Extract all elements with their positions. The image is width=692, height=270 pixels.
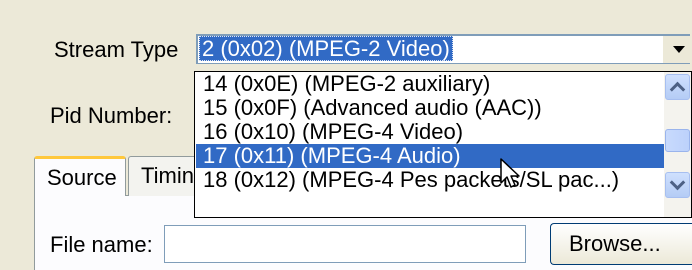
chevron-down-icon	[669, 174, 686, 191]
browse-button[interactable]: Browse...	[550, 223, 692, 265]
stream-type-dropdown-list[interactable]: 14 (0x0E) (MPEG-2 auxiliary) 15 (0x0F) (…	[194, 71, 692, 218]
file-name-input[interactable]	[164, 225, 526, 263]
dropdown-option-selected[interactable]: 17 (0x11) (MPEG-4 Audio)	[196, 144, 667, 168]
stream-type-label: Stream Type	[54, 37, 179, 62]
file-name-label: File name:	[50, 232, 153, 257]
dropdown-scrollbar[interactable]	[664, 72, 691, 217]
tab-source[interactable]: Source	[34, 156, 126, 196]
combo-dropdown-button[interactable]	[662, 36, 692, 63]
stream-type-selected-value[interactable]: 2 (0x02) (MPEG-2 Video)	[199, 36, 453, 61]
chevron-up-icon	[669, 81, 686, 98]
dropdown-option[interactable]: 14 (0x0E) (MPEG-2 auxiliary)	[200, 72, 490, 96]
pid-number-label: Pid Number:	[50, 103, 173, 128]
mouse-pointer-icon	[500, 158, 520, 188]
scroll-up-button[interactable]	[665, 74, 690, 100]
tab-source-label: Source	[47, 165, 117, 190]
dropdown-option[interactable]: 18 (0x12) (MPEG-4 Pes packets/SL pac...)	[200, 168, 619, 192]
scroll-down-button[interactable]	[665, 172, 690, 198]
dropdown-option[interactable]: 15 (0x0F) (Advanced audio (AAC))	[200, 96, 542, 120]
dropdown-option[interactable]: 16 (0x10) (MPEG-4 Video)	[200, 120, 463, 144]
scrollbar-thumb[interactable]	[665, 129, 690, 152]
